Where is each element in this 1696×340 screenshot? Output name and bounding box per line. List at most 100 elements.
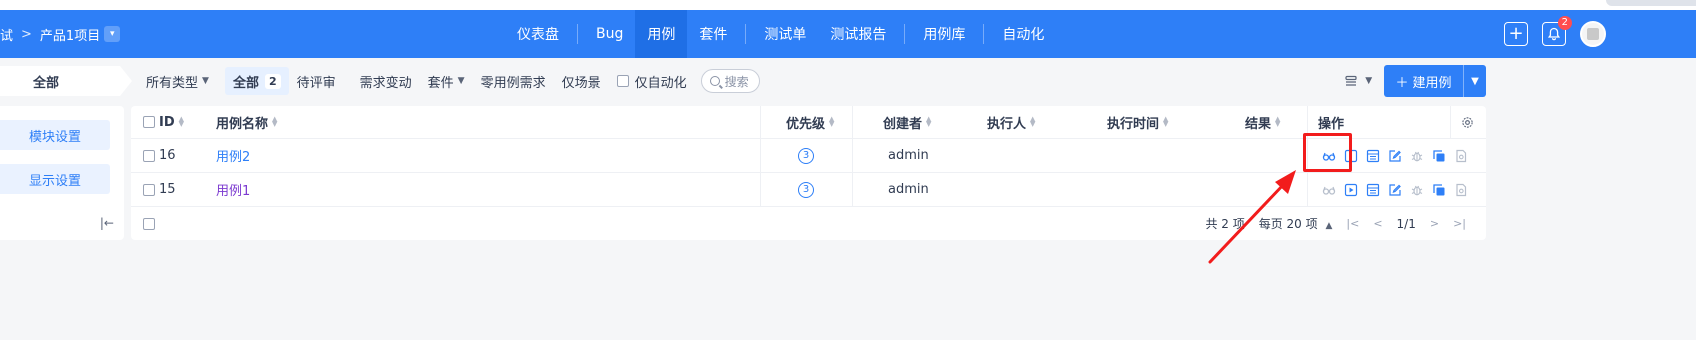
nav-testtask[interactable]: 测试单 — [752, 10, 818, 58]
sort-icon: ▲ ▼ — [829, 115, 835, 128]
chevron-down-icon[interactable]: ▼ — [1464, 76, 1486, 87]
module-settings-button[interactable]: 模块设置 — [0, 120, 110, 150]
tab-suite[interactable]: 套件 ▼ — [420, 67, 473, 95]
case-name-link[interactable]: 用例1 — [216, 173, 250, 206]
table-header-row: ID ▲ ▼ 用例名称 ▲ ▼ 优先级 ▲ ▼ 创建者 ▲ ▼ 执行人 ▲ ▼ 执行时间 ▲ ▼ 结果 ▲… — [131, 106, 1486, 139]
column-divider — [760, 173, 761, 206]
plus-icon: ＋ — [1395, 75, 1409, 91]
row-checkbox[interactable] — [143, 149, 155, 162]
nav-separator — [904, 24, 906, 44]
nav-testreport[interactable]: 测试报告 — [818, 10, 898, 58]
column-divider — [852, 173, 853, 206]
header-result[interactable]: 结果 ▲ ▼ — [1245, 106, 1280, 138]
column-divider — [852, 139, 853, 172]
sort-icon: ▲ ▼ — [272, 115, 278, 128]
plus-icon[interactable]: + — [1504, 22, 1528, 46]
row-checkbox[interactable] — [143, 183, 155, 196]
project-dropdown-icon[interactable]: ▾ — [104, 26, 121, 42]
top-navbar: 试 > 产品1项目 ▾ 仪表盘 Bug 用例 套件 测试单 测试报告 用例库 自… — [0, 10, 1696, 58]
creator-cell: admin — [888, 182, 929, 197]
select-all-checkbox[interactable] — [143, 116, 155, 128]
bug-icon[interactable] — [1410, 183, 1424, 197]
glasses-icon[interactable] — [1322, 183, 1336, 197]
tab-all[interactable]: 全部 2 — [224, 67, 289, 95]
module-selector[interactable]: 全部 — [0, 66, 132, 96]
header-id-label: ID — [159, 114, 175, 130]
header-actions: + 2 — [1504, 10, 1606, 58]
auto-only-checkbox[interactable]: 仅自动化 — [609, 67, 695, 95]
header-creator-label: 创建者 — [883, 116, 923, 132]
automation-script-icon[interactable] — [1454, 149, 1468, 163]
header-id[interactable]: ID ▲ ▼ — [159, 106, 184, 138]
nav-caselib[interactable]: 用例库 — [911, 10, 977, 58]
column-settings[interactable] — [1461, 106, 1474, 138]
project-name[interactable]: 产品1项目 — [40, 25, 100, 44]
tab-scene-only[interactable]: 仅场景 — [554, 67, 609, 95]
header-exec-time[interactable]: 执行时间 ▲ ▼ — [1107, 106, 1168, 138]
tab-zero-case-story[interactable]: 零用例需求 — [473, 67, 554, 95]
bug-icon[interactable] — [1410, 149, 1424, 163]
nav-testcase[interactable]: 用例 — [635, 10, 688, 58]
nav-automation[interactable]: 自动化 — [990, 10, 1056, 58]
sort-icon: ▲ ▼ — [1163, 115, 1169, 128]
automation-script-icon[interactable] — [1454, 183, 1468, 197]
table-row: 16 用例2 3 admin — [131, 139, 1486, 173]
create-case-button[interactable]: ＋建用例 ▼ — [1384, 65, 1486, 97]
module-nav: 仪表盘 Bug 用例 套件 测试单 测试报告 用例库 自动化 — [505, 10, 1056, 58]
bell-icon[interactable]: 2 — [1542, 16, 1572, 46]
next-page-icon[interactable]: > — [1430, 217, 1439, 230]
tab-all-count: 2 — [264, 73, 281, 89]
header-priority[interactable]: 优先级 ▲ ▼ — [786, 106, 834, 138]
header-executor[interactable]: 执行人 ▲ ▼ — [987, 106, 1035, 138]
chevron-down-icon: ▼ — [457, 76, 465, 86]
row-id: 16 — [159, 148, 176, 163]
nav-dashboard[interactable]: 仪表盘 — [505, 10, 571, 58]
checkbox[interactable] — [616, 75, 629, 87]
nav-suite[interactable]: 套件 — [687, 10, 739, 58]
breadcrumb-prefix[interactable]: 试 — [0, 25, 13, 44]
row-id: 15 — [159, 182, 176, 197]
run-case-icon[interactable] — [1344, 183, 1358, 197]
gear-icon — [1462, 116, 1473, 128]
case-name-link[interactable]: 用例2 — [216, 139, 250, 172]
footer-checkbox[interactable] — [143, 217, 155, 230]
results-icon[interactable] — [1366, 183, 1380, 197]
prev-page-icon[interactable]: < — [1373, 217, 1382, 230]
header-name[interactable]: 用例名称 ▲ ▼ — [216, 106, 277, 138]
edit-icon[interactable] — [1388, 149, 1402, 163]
tab-story-changed[interactable]: 需求变动 — [352, 67, 420, 95]
sort-icon: ▲ ▼ — [178, 115, 185, 128]
breadcrumb: 试 > 产品1项目 ▾ — [0, 10, 121, 58]
nav-separator — [745, 24, 747, 44]
display-mode-dropdown[interactable]: ▼ — [1344, 74, 1372, 88]
page-indicator: 1/1 — [1396, 216, 1416, 231]
last-page-icon[interactable]: >| — [1453, 217, 1466, 230]
column-divider — [760, 106, 761, 138]
column-divider — [1450, 106, 1451, 138]
tab-wait-review[interactable]: 待评审 — [289, 67, 344, 95]
nav-bug[interactable]: Bug — [584, 10, 635, 58]
display-settings-button[interactable]: 显示设置 — [0, 164, 110, 194]
create-case-main[interactable]: ＋建用例 — [1384, 65, 1464, 97]
per-page-dropdown[interactable]: 每页 20 项 ▲ — [1259, 215, 1333, 232]
copy-icon[interactable] — [1432, 183, 1446, 197]
creator-cell: admin — [888, 148, 929, 163]
type-filter[interactable]: 所有类型 ▼ — [146, 67, 217, 95]
edit-icon[interactable] — [1388, 183, 1402, 197]
type-filter-label: 所有类型 — [146, 75, 199, 91]
total-count: 共 2 项 — [1205, 217, 1245, 231]
nav-separator — [577, 24, 578, 44]
priority-cell: 3 — [798, 173, 814, 206]
copy-icon[interactable] — [1432, 149, 1446, 163]
sort-icon: ▲ ▼ — [926, 115, 932, 128]
avatar[interactable] — [1580, 21, 1606, 47]
results-icon[interactable] — [1366, 149, 1380, 163]
collapse-sidebar-icon[interactable]: |← — [100, 216, 114, 230]
top-pill — [1606, 0, 1696, 6]
filter-bar: 全部 所有类型 ▼ 全部 2 待评审 需求变动 套件 ▼ 零用例需求 仅场景 仅自动化… — [0, 58, 1696, 104]
search-button[interactable]: 搜索 — [700, 69, 760, 93]
table-row: 15 用例1 3 admin — [131, 173, 1486, 207]
first-page-icon[interactable]: |< — [1346, 217, 1359, 230]
priority-badge: 3 — [798, 147, 814, 164]
header-creator[interactable]: 创建者 ▲ ▼ — [883, 106, 931, 138]
